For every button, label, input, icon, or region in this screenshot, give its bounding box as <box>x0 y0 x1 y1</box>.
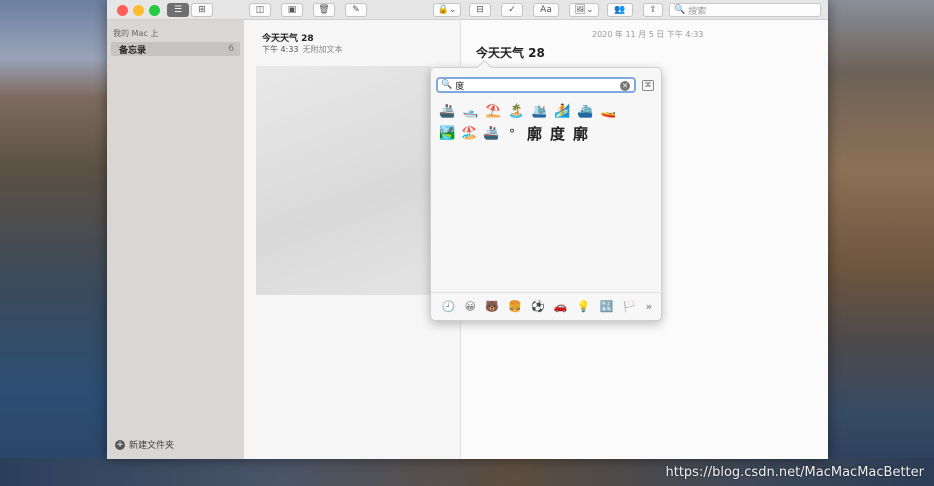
symbols-icon[interactable]: 🔣 <box>600 300 614 313</box>
character-viewer-button[interactable]: ⌘ <box>642 80 654 91</box>
note-meta: 下午 4:33 无附加文本 <box>262 44 343 55</box>
desktop-wallpaper-left <box>0 0 120 486</box>
minimize-window-button[interactable] <box>133 5 144 16</box>
zoom-window-button[interactable] <box>149 5 160 16</box>
emoji-cell[interactable]: 🏄 <box>554 104 570 120</box>
more-icon[interactable]: » <box>646 300 653 313</box>
new-folder-button[interactable]: + 新建文件夹 <box>115 438 174 451</box>
clear-search-icon[interactable]: ✕ <box>620 81 630 91</box>
search-placeholder: 搜索 <box>688 6 707 17</box>
lock-icon: 🔒⌄ <box>437 5 457 15</box>
plus-icon: + <box>115 439 125 450</box>
note-title[interactable]: 今天天气 28 <box>262 31 314 44</box>
sidebar-item-count: 6 <box>228 44 234 54</box>
emoji-cell[interactable]: 🏖️ <box>461 126 477 142</box>
sidebar-section-label: 我的 Mac 上 <box>113 29 159 38</box>
close-window-button[interactable] <box>117 5 128 16</box>
sidebar-item-notes[interactable]: 备忘录 6 <box>111 42 240 56</box>
checklist-icon: ✓ <box>508 5 516 15</box>
sidebar-icon: ◫ <box>255 5 265 15</box>
watermark-text: https://blog.csdn.net/MacMacMacBetter <box>665 465 924 480</box>
emoji-cell[interactable]: ⛴️ <box>577 104 593 120</box>
share-button[interactable]: ⇪ <box>643 3 663 17</box>
photo-icon: 🖼⌄ <box>574 5 594 15</box>
food-icon[interactable]: 🍔 <box>508 300 522 313</box>
note-date: 2020 年 11 月 5 日 下午 4:33 <box>592 30 704 39</box>
list-view-button[interactable]: ☰ <box>167 3 189 17</box>
car-icon[interactable]: 🚗 <box>554 300 568 313</box>
degree-symbol-cell[interactable]: ° <box>505 126 519 142</box>
animal-icon[interactable]: 🐻 <box>485 300 499 313</box>
emoji-cell[interactable]: 🚢 <box>439 104 455 120</box>
search-icon: 🔍 <box>674 5 686 15</box>
compose-note-button[interactable]: ✎ <box>345 3 367 17</box>
emoji-cell[interactable]: 🏞️ <box>439 126 455 142</box>
desktop-wallpaper-right <box>824 0 934 486</box>
emoji-search-input[interactable]: 🔍 度 ✕ <box>436 77 636 93</box>
clock-icon[interactable]: 🕘 <box>442 300 456 313</box>
emoji-search-query: 度 <box>455 81 465 92</box>
attachments-button[interactable]: ▣ <box>281 3 303 17</box>
notes-list: 今天天气 28 下午 4:33 无附加文本 <box>244 20 461 459</box>
character-cell[interactable]: 廓 <box>573 126 588 142</box>
new-folder-label: 新建文件夹 <box>129 441 175 451</box>
toolbar: ☰ ⊞ ◫ ▣ 🗑 ✎ 🔒⌄ ⊟ ✓ Aa 🖼⌄ 👥 ⇪ 🔍 搜索 <box>107 0 828 20</box>
emoji-picker: 🔍 度 ✕ ⌘ 🚢 🛥️ ⛱️ 🏝️ 🛳️ 🏄 ⛴️ 🚤 🏞️ 🏖️ 🚢 ° 廓… <box>430 67 663 321</box>
emoji-cell[interactable]: 🛥️ <box>462 104 478 120</box>
smiley-icon[interactable]: 😀 <box>465 300 476 313</box>
note-preview-area <box>256 66 431 295</box>
grid-icon: ⊞ <box>198 5 206 15</box>
compose-icon: ✎ <box>352 5 360 15</box>
emoji-cell[interactable]: ⛱️ <box>485 104 501 120</box>
attachment-icon: ▣ <box>287 5 297 15</box>
note-subtitle: 无附加文本 <box>302 45 343 54</box>
toggle-sidebar-button[interactable]: ◫ <box>249 3 271 17</box>
table-icon: ⊟ <box>476 5 484 15</box>
character-cell[interactable]: 廓 <box>527 126 542 142</box>
folders-sidebar: 我的 Mac 上 备忘录 6 + 新建文件夹 <box>107 20 244 459</box>
emoji-cell[interactable]: 🛳️ <box>531 104 547 120</box>
gallery-view-button[interactable]: ⊞ <box>191 3 213 17</box>
table-button[interactable]: ⊟ <box>469 3 491 17</box>
format-button[interactable]: Aa <box>533 3 559 17</box>
people-icon: 👥 <box>614 5 626 15</box>
trash-icon: 🗑 <box>318 5 330 15</box>
share-icon: ⇪ <box>649 5 657 15</box>
emoji-row-2: 🏞️ 🏖️ 🚢 ° 廓 度 廓 <box>439 126 588 142</box>
emoji-row-1: 🚢 🛥️ ⛱️ 🏝️ 🛳️ 🏄 ⛴️ 🚤 <box>439 104 616 120</box>
media-button[interactable]: 🖼⌄ <box>569 3 599 17</box>
ball-icon[interactable]: ⚽ <box>531 300 545 313</box>
search-input[interactable]: 🔍 搜索 <box>669 3 821 17</box>
emoji-cell[interactable]: 🚤 <box>600 104 616 120</box>
checklist-button[interactable]: ✓ <box>501 3 523 17</box>
flag-icon[interactable]: 🏳️ <box>623 300 637 313</box>
emoji-cell[interactable]: 🏝️ <box>508 104 524 120</box>
lock-note-button[interactable]: 🔒⌄ <box>433 3 461 17</box>
emoji-category-bar: 🕘 😀 🐻 🍔 ⚽ 🚗 💡 🔣 🏳️ » <box>431 292 663 320</box>
format-label: Aa <box>540 5 552 15</box>
character-cell[interactable]: 度 <box>550 126 565 142</box>
collaborate-button[interactable]: 👥 <box>607 3 633 17</box>
delete-note-button[interactable]: 🗑 <box>313 3 335 17</box>
emoji-cell[interactable]: 🚢 <box>483 126 499 142</box>
list-icon: ☰ <box>173 5 183 15</box>
search-icon: 🔍 <box>441 80 453 90</box>
sidebar-item-label: 备忘录 <box>119 45 147 56</box>
note-body-title[interactable]: 今天天气 28 <box>476 44 545 61</box>
note-time: 下午 4:33 <box>262 45 299 54</box>
bulb-icon[interactable]: 💡 <box>577 300 591 313</box>
